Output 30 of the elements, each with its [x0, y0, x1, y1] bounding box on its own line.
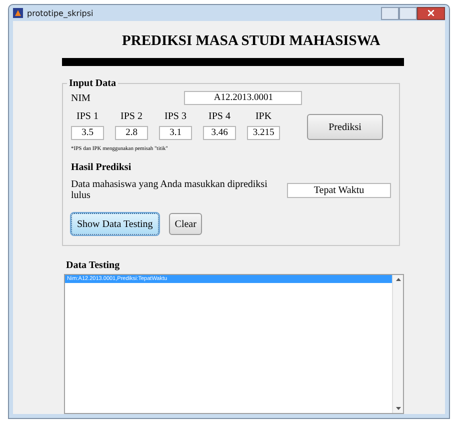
score-label: IPS 1: [76, 111, 98, 122]
scroll-down-icon: [396, 407, 400, 410]
scroll-up-icon: [396, 278, 400, 281]
close-button[interactable]: [417, 6, 445, 20]
minimize-button[interactable]: [381, 6, 399, 20]
score-field[interactable]: 3.46: [203, 126, 236, 140]
predict-button[interactable]: Prediksi: [307, 114, 383, 140]
score-label: IPK: [255, 111, 272, 122]
scrollbar[interactable]: [392, 275, 403, 413]
nim-label: NIM: [71, 92, 90, 104]
score-field[interactable]: 3.5: [71, 126, 104, 140]
score-field[interactable]: 3.215: [247, 126, 280, 140]
show-data-button[interactable]: Show Data Testing: [71, 213, 159, 235]
app-heading: PREDIKSI MASA STUDI MAHASISWA: [122, 33, 380, 50]
result-field[interactable]: Tepat Waktu: [286, 182, 391, 198]
score-label: IPS 4: [208, 111, 230, 122]
score-field[interactable]: 3.1: [159, 126, 192, 140]
score-field[interactable]: 2.8: [115, 126, 148, 140]
nim-field[interactable]: A12.2013.0001: [184, 91, 302, 105]
window-title: prototipe_skripsi: [27, 8, 94, 18]
panel-title: Input Data: [68, 78, 117, 89]
app-icon: [13, 8, 23, 18]
clear-button[interactable]: Clear: [168, 213, 202, 235]
close-icon: [428, 10, 434, 16]
result-text: Data mahasiswa yang Anda masukkan diprediksi lulus: [71, 179, 268, 201]
data-testing-title: Data Testing: [66, 260, 120, 271]
score-label: IPS 2: [120, 111, 142, 122]
result-title: Hasil Prediksi: [71, 162, 132, 173]
score-label: IPS 3: [164, 111, 186, 122]
maximize-button[interactable]: [399, 6, 417, 20]
